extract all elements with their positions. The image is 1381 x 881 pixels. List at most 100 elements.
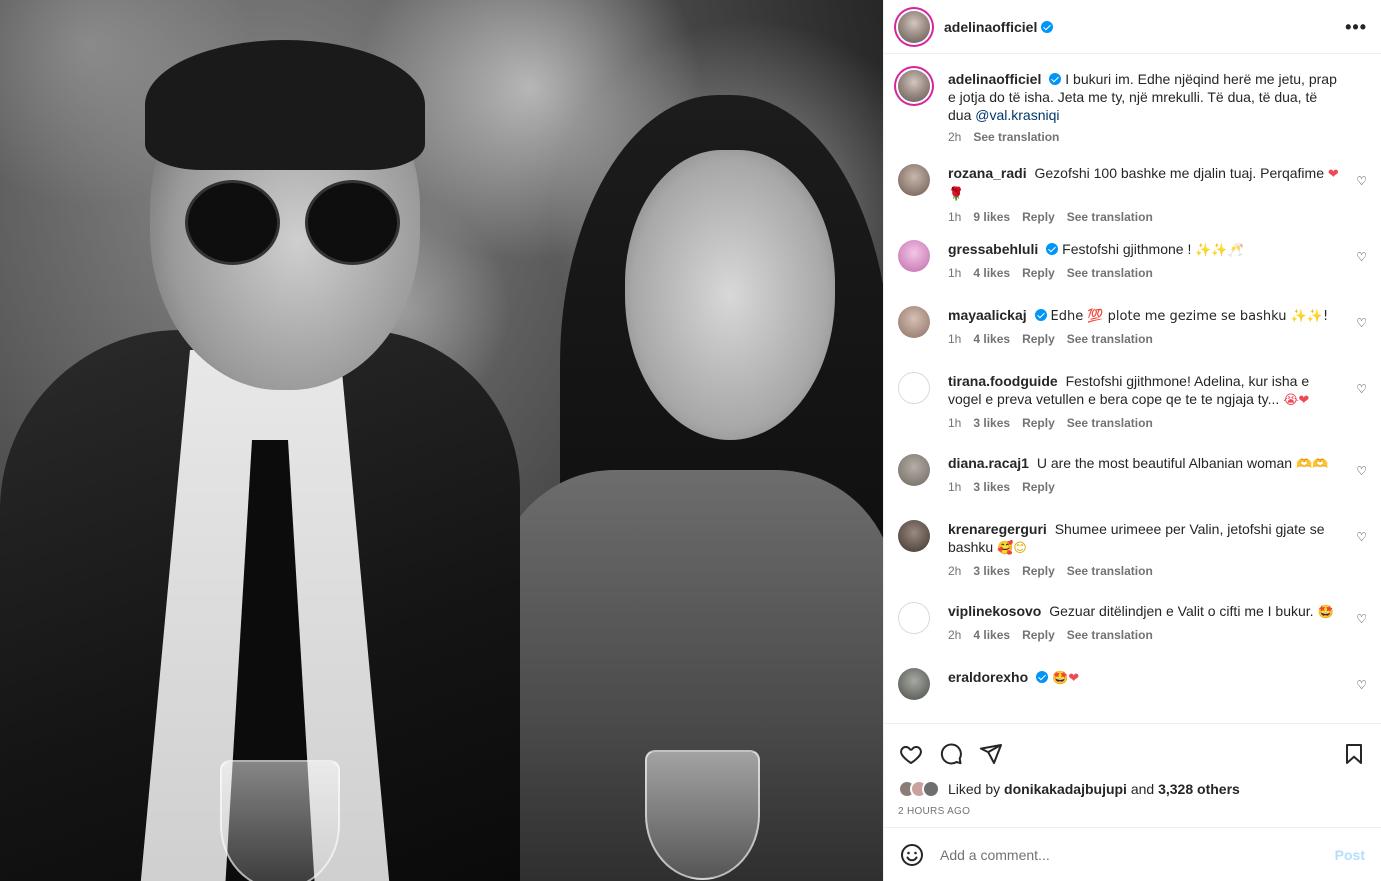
commenter-avatar[interactable] [898,164,930,196]
comment-likes[interactable]: 3 likes [973,416,1010,430]
comment-emoji: 🤩❤ [1052,671,1080,686]
comment-likes[interactable]: 9 likes [973,210,1010,224]
caption-mention-link[interactable]: @val.krasniqi [975,107,1059,123]
action-icons-row [898,734,1367,774]
share-send-icon[interactable] [978,741,1004,767]
comment-emoji: 🫶🫶 [1295,457,1329,472]
caption-see-translation[interactable]: See translation [973,130,1059,144]
comment-like-heart-icon[interactable]: ♡ [1356,612,1367,626]
commenter-username[interactable]: tirana.foodguide [948,373,1058,389]
comment-meta: 1h 4 likes Reply See translation [948,266,1341,280]
comment-reply-button[interactable]: Reply [1022,564,1055,578]
comment-time: 1h [948,266,962,280]
commenter-avatar[interactable] [898,372,930,404]
comment-see-translation[interactable]: See translation [1067,564,1153,578]
comment-likes[interactable]: 4 likes [973,266,1010,280]
comment-see-translation[interactable]: See translation [1067,628,1153,642]
comment-reply-button[interactable]: Reply [1022,266,1055,280]
comment-item: mayaalickaj Edhe 💯 plote me gezime se ba… [898,306,1367,356]
emoji-smiley-icon[interactable] [900,843,924,867]
photo-woman-face [625,150,835,440]
commenter-username[interactable]: krenaregerguri [948,521,1047,537]
commenter-username[interactable]: mayaalickaj [948,307,1027,323]
comment-meta: 2h 4 likes Reply See translation [948,628,1341,642]
caption-avatar[interactable] [898,70,930,102]
more-options-icon[interactable]: ••• [1345,18,1367,36]
author-username[interactable]: adelinaofficiel [944,19,1054,35]
commenter-username[interactable]: rozana_radi [948,165,1027,181]
comment-reply-button[interactable]: Reply [1022,628,1055,642]
post-header: adelinaofficiel ••• [884,0,1381,54]
verified-icon [1046,243,1059,255]
comment-like-heart-icon[interactable]: ♡ [1356,464,1367,478]
caption-username[interactable]: adelinaofficiel [948,71,1041,87]
comment-text-block: diana.racaj1 U are the most beautiful Al… [948,454,1341,474]
liked-by-user[interactable]: donikakadajbujupi [1004,781,1127,797]
comment-text-block: krenaregerguri Shumee urimeee per Valin,… [948,520,1341,558]
post-actions: Liked by donikakadajbujupi and 3,328 oth… [884,723,1381,827]
comment-see-translation[interactable]: See translation [1067,266,1153,280]
comment-see-translation[interactable]: See translation [1067,332,1153,346]
comment-bubble-icon[interactable] [938,741,964,767]
comment-item: rozana_radi Gezofshi 100 bashke me djali… [898,164,1367,224]
liked-by-others[interactable]: 3,328 others [1158,781,1240,797]
liked-by-prefix: Liked by [948,781,1001,797]
comment-body: tirana.foodguide Festofshi gjithmone! Ad… [948,372,1367,438]
comment-body: rozana_radi Gezofshi 100 bashke me djali… [948,164,1367,224]
comment-text-block: gressabehluli Festofshi gjithmone ! ✨✨🥂 [948,240,1341,260]
post-comment-button[interactable]: Post [1335,847,1365,863]
comment-likes[interactable]: 3 likes [973,480,1010,494]
comment-item: krenaregerguri Shumee urimeee per Valin,… [898,520,1367,586]
author-username-text[interactable]: adelinaofficiel [944,19,1037,35]
comment-reply-button[interactable]: Reply [1022,210,1055,224]
post-side-panel: adelinaofficiel ••• adelinaofficiel I bu… [883,0,1381,881]
comment-like-heart-icon[interactable]: ♡ [1356,250,1367,264]
verified-icon [1036,671,1049,683]
comment-reply-button[interactable]: Reply [1022,480,1055,494]
comment-text-block: mayaalickaj Edhe 💯 plote me gezime se ba… [948,306,1341,326]
like-heart-icon[interactable] [898,741,924,767]
verified-icon [1034,309,1047,321]
comment-like-heart-icon[interactable]: ♡ [1356,678,1367,692]
comment-likes[interactable]: 4 likes [973,332,1010,346]
comment-text-block: rozana_radi Gezofshi 100 bashke me djali… [948,164,1341,204]
commenter-username[interactable]: diana.racaj1 [948,455,1029,471]
comment-likes[interactable]: 3 likes [973,564,1010,578]
comment-see-translation[interactable]: See translation [1067,210,1153,224]
comments-list[interactable]: adelinaofficiel I bukuri im. Edhe njëqin… [884,54,1381,723]
post-time-ago[interactable]: 2 HOURS AGO [898,806,1367,817]
comment-like-heart-icon[interactable]: ♡ [1356,316,1367,330]
post-modal: adelinaofficiel ••• adelinaofficiel I bu… [0,0,1381,881]
caption-text-block: adelinaofficiel I bukuri im. Edhe njëqin… [948,70,1341,124]
comment-item: tirana.foodguide Festofshi gjithmone! Ad… [898,372,1367,438]
comment-emoji: 🥰😊 [997,541,1027,556]
commenter-avatar[interactable] [898,240,930,272]
comment-reply-button[interactable]: Reply [1022,332,1055,346]
commenter-avatar[interactable] [898,520,930,552]
photo-sunglasses-right [305,180,400,265]
commenter-avatar[interactable] [898,454,930,486]
commenter-username[interactable]: eraldorexho [948,669,1028,685]
add-comment-bar: Post [884,827,1381,881]
comment-body: krenaregerguri Shumee urimeee per Valin,… [948,520,1367,586]
verified-icon [1049,73,1062,85]
commenter-username[interactable]: gressabehluli [948,241,1038,257]
add-comment-input[interactable] [940,846,1335,863]
comment-see-translation[interactable]: See translation [1067,416,1153,430]
bookmark-icon[interactable] [1341,741,1367,767]
commenter-avatar[interactable] [898,306,930,338]
commenter-avatar[interactable] [898,602,930,634]
comment-like-heart-icon[interactable]: ♡ [1356,382,1367,396]
comment-like-heart-icon[interactable]: ♡ [1356,174,1367,188]
comment-body: eraldorexho 🤩❤ [948,668,1367,718]
liked-by-row[interactable]: Liked by donikakadajbujupi and 3,328 oth… [898,780,1367,798]
comment-reply-button[interactable]: Reply [1022,416,1055,430]
commenter-username[interactable]: viplinekosovo [948,603,1041,619]
comment-body: viplinekosovo Gezuar ditëlindjen e Valit… [948,602,1367,652]
comment-meta: 1h 3 likes Reply [948,480,1341,494]
commenter-avatar[interactable] [898,668,930,700]
comment-likes[interactable]: 4 likes [973,628,1010,642]
comment-body: gressabehluli Festofshi gjithmone ! ✨✨🥂 … [948,240,1367,290]
author-avatar[interactable] [898,10,930,43]
comment-like-heart-icon[interactable]: ♡ [1356,530,1367,544]
